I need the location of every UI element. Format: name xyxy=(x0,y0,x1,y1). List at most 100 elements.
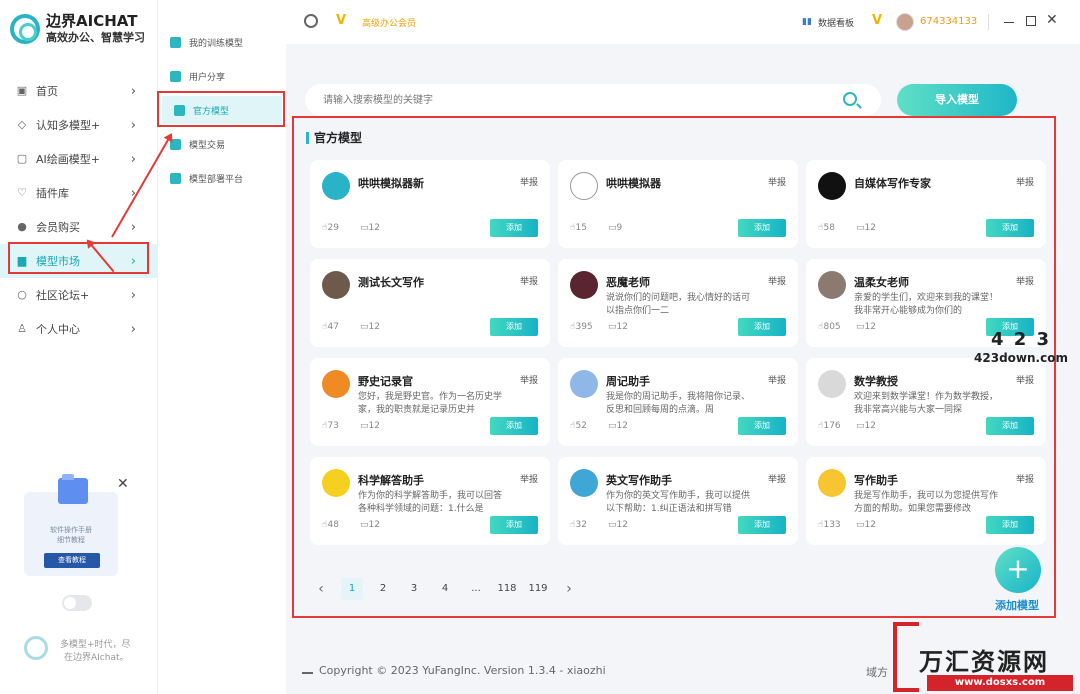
comments-count: ▭12 xyxy=(856,520,876,530)
theme-toggle[interactable] xyxy=(62,595,92,611)
report-link[interactable]: 举报 xyxy=(1016,373,1034,386)
model-card[interactable]: 测试长文写作 举报 ☝47 ▭12 添加 xyxy=(310,259,550,347)
model-card[interactable]: 周记助手 举报 我是你的周记助手，我将陪你记录、反思和回顾每周的点滴。周 ☝52 ▭12… xyxy=(558,358,798,446)
model-card[interactable]: 野史记录官 举报 您好，我是野史官。作为一名历史学家，我的职责就是记录历史并 ☝73 ▭… xyxy=(310,358,550,446)
likes-value: 47 xyxy=(327,322,339,332)
comments-count: ▭12 xyxy=(856,421,876,431)
model-description: 我是写作助手，我可以为您提供写作方面的帮助。如果您需要修改 xyxy=(854,491,999,514)
tutorial-promo: 软件操作手册 细节教程 查看教程 xyxy=(24,474,118,576)
search-bar xyxy=(305,84,881,116)
page-4[interactable]: 4 xyxy=(434,578,456,600)
report-link[interactable]: 举报 xyxy=(768,472,786,485)
add-model-label[interactable]: 添加模型 xyxy=(995,597,1039,613)
settings-gear-icon[interactable] xyxy=(304,14,318,28)
search-input[interactable] xyxy=(305,84,825,116)
sidebar-item-home[interactable]: ▣ 首页 › xyxy=(0,74,158,108)
comment-icon: ▭ xyxy=(856,322,865,332)
page-118[interactable]: 118 xyxy=(496,578,518,600)
model-card[interactable]: 数学教授 举报 欢迎来到数学课堂！作为数学教授，我非常高兴能与大家一同探 ☝176 ▭1… xyxy=(806,358,1046,446)
user-id[interactable]: 674334133 xyxy=(920,16,977,27)
likes-value: 32 xyxy=(575,520,587,530)
add-model-button[interactable]: 添加 xyxy=(986,516,1034,534)
subnav-item-my-models[interactable]: 我的训练模型 xyxy=(158,28,286,56)
report-link[interactable]: 举报 xyxy=(768,373,786,386)
sidebar-item-cognitive-models[interactable]: ◇ 认知多模型+ › xyxy=(0,108,158,142)
footer-logo-icon xyxy=(24,636,48,660)
report-link[interactable]: 举报 xyxy=(520,373,538,386)
report-link[interactable]: 举报 xyxy=(520,175,538,188)
page-119[interactable]: 119 xyxy=(527,578,549,600)
report-link[interactable]: 举报 xyxy=(1016,175,1034,188)
model-avatar-icon xyxy=(570,172,598,200)
page-3[interactable]: 3 xyxy=(403,578,425,600)
report-link[interactable]: 举报 xyxy=(520,472,538,485)
add-model-button[interactable]: 添加 xyxy=(490,219,538,237)
section-accent xyxy=(306,132,309,144)
comments-value: 12 xyxy=(368,223,380,233)
sidebar-item-label: 社区论坛+ xyxy=(36,289,90,302)
model-card[interactable]: 哄哄模拟器新 举报 ☝29 ▭12 添加 xyxy=(310,160,550,248)
close-icon[interactable]: ✕ xyxy=(1046,12,1058,28)
model-card[interactable]: 写作助手 举报 我是写作助手，我可以为您提供写作方面的帮助。如果您需要修改 ☝133 ▭… xyxy=(806,457,1046,545)
report-link[interactable]: 举报 xyxy=(768,175,786,188)
add-model-button[interactable]: 添加 xyxy=(738,516,786,534)
home-icon: ▣ xyxy=(16,84,28,97)
add-model-button[interactable]: 添加 xyxy=(490,417,538,435)
comments-count: ▭12 xyxy=(856,223,876,233)
add-model-button[interactable]: 添加 xyxy=(490,318,538,336)
add-model-button[interactable]: 添加 xyxy=(986,219,1034,237)
model-card[interactable]: 恶魔老师 举报 说说你们的问题吧，我心情好的话可以指点你们一二 ☝395 ▭12 添加 xyxy=(558,259,798,347)
add-model-button[interactable]: 添加 xyxy=(738,318,786,336)
model-card[interactable]: 科学解答助手 举报 作为你的科学解答助手，我可以回答各种科学领域的问题：1.什么是 ☝… xyxy=(310,457,550,545)
page-2[interactable]: 2 xyxy=(372,578,394,600)
sidebar-item-membership[interactable]: ● 会员购买 › xyxy=(0,210,158,244)
sidebar-item-forum[interactable]: ○ 社区论坛+ › xyxy=(0,278,158,312)
likes-count: ☝133 xyxy=(818,520,841,530)
model-card[interactable]: 自媒体写作专家 举报 ☝58 ▭12 添加 xyxy=(806,160,1046,248)
sidebar-item-plugins[interactable]: ♡ 插件库 › xyxy=(0,176,158,210)
avatar[interactable] xyxy=(896,13,914,31)
subnav-item-deploy-platform[interactable]: 模型部署平台 xyxy=(158,164,286,192)
model-name: 哄哄模拟器 xyxy=(606,177,661,190)
report-link[interactable]: 举报 xyxy=(520,274,538,287)
bar-chart-icon: ▮▮ xyxy=(802,17,812,27)
likes-value: 48 xyxy=(327,520,339,530)
comments-value: 12 xyxy=(368,322,380,332)
next-page-icon[interactable]: › xyxy=(558,578,580,600)
sidebar-item-ai-painting[interactable]: ▢ AI绘画模型+ › xyxy=(0,142,158,176)
dashboard-link[interactable]: 数据看板 xyxy=(818,16,854,29)
sidebar-item-label: 插件库 xyxy=(36,187,69,200)
search-icon[interactable] xyxy=(843,92,857,106)
maximize-icon[interactable] xyxy=(1026,16,1036,26)
vip-label[interactable]: 高级办公会员 xyxy=(362,16,416,29)
model-avatar-icon xyxy=(322,370,350,398)
model-name: 周记助手 xyxy=(606,375,650,388)
subnav-item-model-trade[interactable]: 模型交易 xyxy=(158,130,286,158)
footer-right-text: 域方 xyxy=(866,666,888,679)
model-avatar-icon xyxy=(818,271,846,299)
sidebar-item-profile[interactable]: ♙ 个人中心 › xyxy=(0,312,158,346)
import-model-button[interactable]: 导入模型 xyxy=(897,84,1017,116)
model-card[interactable]: 哄哄模拟器 举报 ☝15 ▭9 添加 xyxy=(558,160,798,248)
page-1[interactable]: 1 xyxy=(341,578,363,600)
add-model-button[interactable]: 添加 xyxy=(490,516,538,534)
likes-value: 58 xyxy=(823,223,835,233)
likes-count: ☝176 xyxy=(818,421,841,431)
likes-value: 29 xyxy=(327,223,339,233)
model-card[interactable]: 英文写作助手 举报 作为你的英文写作助手，我可以提供以下帮助：1.纠正语法和拼写错 ☝… xyxy=(558,457,798,545)
chevron-right-icon: › xyxy=(130,84,136,99)
add-model-fab-button[interactable]: + xyxy=(995,547,1041,593)
model-avatar-icon xyxy=(818,370,846,398)
subnav-item-user-share[interactable]: 用户分享 xyxy=(158,62,286,90)
model-description: 作为你的科学解答助手，我可以回答各种科学领域的问题：1.什么是 xyxy=(358,491,503,514)
prev-page-icon[interactable]: ‹ xyxy=(310,578,332,600)
minimize-icon[interactable] xyxy=(1004,22,1014,23)
report-link[interactable]: 举报 xyxy=(1016,472,1034,485)
add-model-button[interactable]: 添加 xyxy=(986,417,1034,435)
add-model-button[interactable]: 添加 xyxy=(738,417,786,435)
view-tutorial-button[interactable]: 查看教程 xyxy=(44,553,100,568)
promo-close-icon[interactable]: ✕ xyxy=(117,476,129,492)
add-model-button[interactable]: 添加 xyxy=(738,219,786,237)
report-link[interactable]: 举报 xyxy=(768,274,786,287)
report-link[interactable]: 举报 xyxy=(1016,274,1034,287)
